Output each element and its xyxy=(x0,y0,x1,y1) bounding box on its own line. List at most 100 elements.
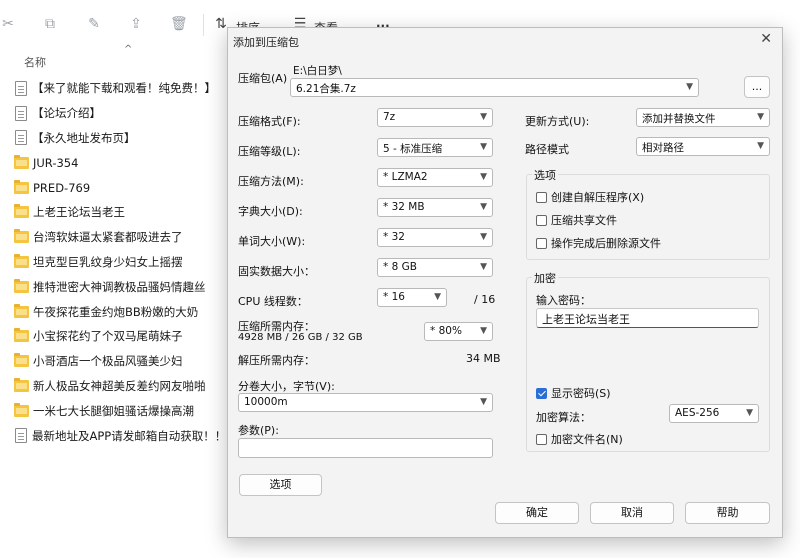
file-list-item[interactable]: 新人极品女神超美反差约网友啪啪 xyxy=(14,374,226,399)
chevron-down-icon: ▼ xyxy=(434,292,441,302)
chevron-down-icon: ▼ xyxy=(480,397,487,407)
folder-icon xyxy=(14,402,29,417)
file-list-item[interactable]: PRED-769 xyxy=(14,175,226,200)
file-list-item[interactable]: 小哥酒店一个极品风骚美少妇 xyxy=(14,349,226,374)
ok-button[interactable]: 确定 xyxy=(495,502,579,524)
close-icon[interactable]: ✕ xyxy=(760,31,772,47)
enc-method-combo[interactable]: AES-256 ▼ xyxy=(669,404,759,423)
file-list-item[interactable]: 上老王论坛当老王 xyxy=(14,200,226,225)
archive-label: 压缩包(A) xyxy=(238,72,288,85)
file-name: PRED-769 xyxy=(33,180,91,195)
encryption-group-title: 加密 xyxy=(532,270,558,286)
sfx-label: 创建自解压程序(X) xyxy=(551,191,645,204)
delete-after-label: 操作完成后删除源文件 xyxy=(551,237,661,250)
split-value: 10000m xyxy=(244,396,288,408)
threads-label: CPU 线程数： xyxy=(238,295,308,308)
file-list-item[interactable]: 推特泄密大神调教极品骚妈情趣丝 xyxy=(14,274,226,299)
solid-combo[interactable]: * 8 GB ▼ xyxy=(377,258,493,277)
chevron-down-icon: ▼ xyxy=(480,142,487,152)
chevron-down-icon: ▼ xyxy=(480,112,487,122)
path-mode-combo[interactable]: 相对路径 ▼ xyxy=(636,137,770,156)
file-name: 坦克型巨乳纹身少妇女上摇摆 xyxy=(33,254,183,269)
file-list-item[interactable]: 【永久地址发布页】 xyxy=(14,126,226,151)
cut-icon[interactable]: ✂ xyxy=(0,16,16,32)
update-value: 添加并替换文件 xyxy=(642,113,716,125)
chevron-down-icon: ▼ xyxy=(757,141,764,151)
mem-comp-combo[interactable]: * 80% ▼ xyxy=(424,322,493,341)
column-header-name[interactable]: 名称 xyxy=(24,54,46,70)
folder-icon xyxy=(14,278,29,293)
help-button[interactable]: 帮助 xyxy=(685,502,770,524)
share-icon[interactable]: ⇪ xyxy=(128,16,144,32)
level-combo[interactable]: 5 - 标准压缩 ▼ xyxy=(377,138,493,157)
update-combo[interactable]: 添加并替换文件 ▼ xyxy=(636,108,770,127)
file-name: JUR-354 xyxy=(33,155,79,170)
encrypt-names-checkbox[interactable]: 加密文件名(N) xyxy=(536,431,623,447)
folder-icon xyxy=(14,353,29,368)
level-value: 5 - 标准压缩 xyxy=(383,143,443,155)
file-list-item[interactable]: JUR-354 xyxy=(14,150,226,175)
file-list-item[interactable]: 一米七大长腿御姐骚话爆操高潮 xyxy=(14,398,226,423)
file-name: 台湾软妹逼太紧套都吸进去了 xyxy=(33,230,183,245)
file-name: 午夜探花重金约炮BB粉嫩的大奶 xyxy=(33,304,199,319)
dialog-title: 添加到压缩包 xyxy=(233,36,299,49)
split-combo[interactable]: 10000m ▼ xyxy=(238,393,493,412)
file-list-item[interactable]: 【来了就能下载和观看！纯免费！】 xyxy=(14,76,226,101)
solid-value: * 8 GB xyxy=(383,261,417,273)
document-icon xyxy=(15,130,27,146)
chevron-down-icon: ▼ xyxy=(480,202,487,212)
method-value: * LZMA2 xyxy=(383,171,428,183)
file-name: 小哥酒店一个极品风骚美少妇 xyxy=(33,354,183,369)
password-input[interactable]: 上老王论坛当老王 xyxy=(536,308,759,328)
format-label: 压缩格式(F): xyxy=(238,115,301,128)
document-icon xyxy=(15,80,27,96)
word-value: * 32 xyxy=(383,231,405,243)
delete-after-checkbox[interactable]: 操作完成后删除源文件 xyxy=(536,235,661,251)
chevron-down-icon: ▼ xyxy=(757,112,764,122)
folder-icon xyxy=(14,154,29,169)
file-name: 推特泄密大神调教极品骚妈情趣丝 xyxy=(33,279,206,294)
shared-files-label: 压缩共享文件 xyxy=(551,214,617,227)
enc-method-label: 加密算法： xyxy=(536,411,591,424)
options-button[interactable]: 选项 xyxy=(239,474,322,496)
password-label: 输入密码： xyxy=(536,294,591,307)
shared-files-checkbox[interactable]: 压缩共享文件 xyxy=(536,212,617,228)
toolbar-divider xyxy=(203,14,204,36)
file-name: 一米七大长腿御姐骚话爆操高潮 xyxy=(33,403,194,418)
chevron-down-icon: ▼ xyxy=(746,408,753,418)
encrypt-names-label: 加密文件名(N) xyxy=(551,433,623,446)
file-list-item[interactable]: 最新地址及APP请发邮箱自动获取！！！ xyxy=(14,423,226,448)
mem-comp-detail: 4928 MB / 26 GB / 32 GB xyxy=(238,332,363,343)
method-combo[interactable]: * LZMA2 ▼ xyxy=(377,168,493,187)
file-list-item[interactable]: 台湾软妹逼太紧套都吸进去了 xyxy=(14,225,226,250)
cancel-button[interactable]: 取消 xyxy=(590,502,674,524)
params-input[interactable] xyxy=(238,438,493,458)
folder-icon xyxy=(14,377,29,392)
dict-combo[interactable]: * 32 MB ▼ xyxy=(377,198,493,217)
show-password-checkbox[interactable]: 显示密码(S) xyxy=(536,385,611,401)
delete-icon[interactable]: 🗑 xyxy=(170,16,188,32)
word-combo[interactable]: * 32 ▼ xyxy=(377,228,493,247)
solid-label: 固实数据大小： xyxy=(238,265,315,278)
dict-label: 字典大小(D): xyxy=(238,205,303,218)
file-name: 【永久地址发布页】 xyxy=(32,130,136,145)
options-group-title: 选项 xyxy=(532,167,558,183)
word-label: 单词大小(W): xyxy=(238,235,306,248)
checkbox-box xyxy=(536,191,547,203)
file-list-item[interactable]: 小宝探花约了个双马尾萌妹子 xyxy=(14,324,226,349)
mem-decomp-label: 解压所需内存： xyxy=(238,354,315,367)
file-list-item[interactable]: 坦克型巨乳纹身少妇女上摇摆 xyxy=(14,250,226,275)
folder-icon xyxy=(14,229,29,244)
file-list-item[interactable]: 午夜探花重金约炮BB粉嫩的大奶 xyxy=(14,299,226,324)
threads-combo[interactable]: * 16 ▼ xyxy=(377,288,447,307)
file-list-item[interactable]: 【论坛介绍】 xyxy=(14,101,226,126)
sfx-checkbox[interactable]: 创建自解压程序(X) xyxy=(536,189,644,205)
format-combo[interactable]: 7z ▼ xyxy=(377,108,493,127)
rename-icon[interactable]: ✎ xyxy=(86,16,102,32)
copy-icon[interactable]: ⧉ xyxy=(42,16,58,32)
file-name: 小宝探花约了个双马尾萌妹子 xyxy=(33,329,183,344)
file-name: 上老王论坛当老王 xyxy=(33,205,125,220)
browse-button[interactable]: ... xyxy=(744,76,770,98)
archive-name-combo[interactable]: 6.21合集.7z ▼ xyxy=(290,78,699,97)
split-label: 分卷大小，字节(V): xyxy=(238,380,335,393)
